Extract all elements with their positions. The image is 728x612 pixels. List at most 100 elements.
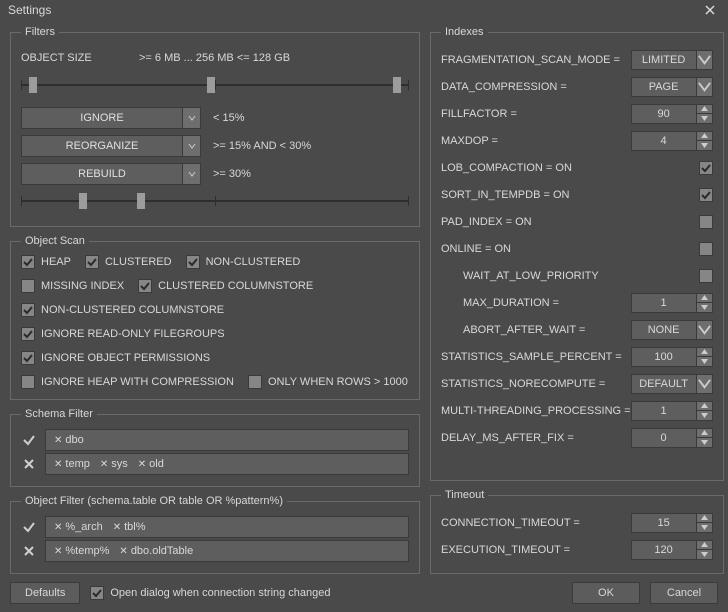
slider-thumb-mid[interactable] [207, 77, 215, 93]
spin-up-icon[interactable] [697, 347, 713, 357]
remove-tag-icon[interactable]: ✕ [119, 546, 127, 557]
fillfactor-input[interactable]: 90 [631, 104, 713, 124]
scan-ignore-heap-with-compression[interactable]: IGNORE HEAP WITH COMPRESSION [21, 375, 234, 389]
schema-include-input[interactable]: ✕dbo [45, 429, 409, 451]
cancel-button[interactable]: Cancel [650, 582, 718, 604]
delay-ms-input[interactable]: 0 [631, 428, 713, 448]
remove-tag-icon[interactable]: ✕ [54, 435, 62, 446]
ok-button[interactable]: OK [572, 582, 640, 604]
spin-down-icon[interactable] [697, 356, 713, 367]
slider-thumb-low[interactable] [79, 193, 87, 209]
spin-down-icon[interactable] [697, 522, 713, 533]
execution-timeout-input[interactable]: 120 [631, 540, 713, 560]
frag-mode-select[interactable]: LIMITED [631, 50, 713, 70]
stats-norecompute-select[interactable]: DEFAULT [631, 374, 713, 394]
spin-down-icon[interactable] [697, 140, 713, 151]
chevron-down-icon[interactable] [697, 374, 713, 394]
remove-tag-icon[interactable]: ✕ [100, 459, 108, 470]
chevron-down-icon[interactable] [697, 77, 713, 97]
remove-tag-icon[interactable]: ✕ [113, 522, 121, 533]
remove-tag-icon[interactable]: ✕ [54, 522, 62, 533]
max-duration-input[interactable]: 1 [631, 293, 713, 313]
scan-ignore-read-only-filegroups[interactable]: IGNORE READ-ONLY FILEGROUPS [21, 327, 225, 341]
threshold-action-2[interactable]: REBUILD [21, 163, 201, 185]
spin-up-icon[interactable] [697, 513, 713, 523]
threshold-action-1[interactable]: REORGANIZE [21, 135, 201, 157]
checkbox-icon[interactable] [90, 586, 104, 600]
object-size-slider[interactable] [21, 76, 409, 94]
checkbox-icon[interactable] [21, 351, 35, 365]
chevron-down-icon[interactable] [183, 163, 201, 185]
scan-missing-index[interactable]: MISSING INDEX [21, 279, 124, 293]
connection-timeout-input[interactable]: 15 [631, 513, 713, 533]
filter-tag[interactable]: ✕old [134, 458, 168, 470]
online-checkbox[interactable] [699, 242, 713, 256]
spin-up-icon[interactable] [697, 401, 713, 411]
remove-tag-icon[interactable]: ✕ [138, 459, 146, 470]
remove-tag-icon[interactable]: ✕ [54, 546, 62, 557]
abort-after-wait-select[interactable]: NONE [631, 320, 713, 340]
slider-thumb-max[interactable] [393, 77, 401, 93]
spin-down-icon[interactable] [697, 410, 713, 421]
spin-up-icon[interactable] [697, 428, 713, 438]
schema-exclude-input[interactable]: ✕temp✕sys✕old [45, 453, 409, 475]
open-dialog-checkbox[interactable]: Open dialog when connection string chang… [90, 586, 330, 600]
filter-tag[interactable]: ✕%_arch [50, 521, 107, 533]
object-exclude-input[interactable]: ✕%temp%✕dbo.oldTable [45, 540, 409, 562]
filter-tag[interactable]: ✕tbl% [109, 521, 150, 533]
scan-clustered[interactable]: CLUSTERED [85, 255, 172, 269]
slider-thumb-high[interactable] [137, 193, 145, 209]
slider-thumb-min[interactable] [29, 77, 37, 93]
pad-index-checkbox[interactable] [699, 215, 713, 229]
checkbox-icon[interactable] [85, 255, 99, 269]
threshold-slider[interactable] [21, 192, 409, 210]
data-compression-select[interactable]: PAGE [631, 77, 713, 97]
remove-tag-icon[interactable]: ✕ [54, 459, 62, 470]
scan-label: IGNORE OBJECT PERMISSIONS [41, 352, 210, 364]
spin-down-icon[interactable] [697, 302, 713, 313]
spin-up-icon[interactable] [697, 131, 713, 141]
chevron-down-icon[interactable] [183, 135, 201, 157]
spin-down-icon[interactable] [697, 437, 713, 448]
filters-group: Filters OBJECT SIZE >= 6 MB ... 256 MB <… [10, 26, 420, 227]
sort-in-tempdb-checkbox[interactable] [699, 188, 713, 202]
checkbox-icon[interactable] [186, 255, 200, 269]
checkbox-icon[interactable] [138, 279, 152, 293]
wait-low-checkbox[interactable] [699, 269, 713, 283]
chevron-down-icon[interactable] [697, 50, 713, 70]
scan-clustered-columnstore[interactable]: CLUSTERED COLUMNSTORE [138, 279, 313, 293]
spin-up-icon[interactable] [697, 104, 713, 114]
chevron-down-icon[interactable] [183, 107, 201, 129]
stats-sample-input[interactable]: 100 [631, 347, 713, 367]
close-button[interactable] [700, 0, 720, 20]
defaults-button[interactable]: Defaults [10, 582, 80, 604]
filter-tag[interactable]: ✕sys [96, 458, 132, 470]
scan-non-clustered[interactable]: NON-CLUSTERED [186, 255, 301, 269]
checkbox-icon[interactable] [21, 303, 35, 317]
filter-tag[interactable]: ✕%temp% [50, 545, 113, 557]
checkbox-icon[interactable] [21, 255, 35, 269]
object-include-input[interactable]: ✕%_arch✕tbl% [45, 516, 409, 538]
scan-heap[interactable]: HEAP [21, 255, 71, 269]
multithread-input[interactable]: 1 [631, 401, 713, 421]
checkbox-icon[interactable] [21, 279, 35, 293]
chevron-down-icon[interactable] [697, 320, 713, 340]
lob-compaction-checkbox[interactable] [699, 161, 713, 175]
checkbox-icon[interactable] [248, 375, 262, 389]
window-title: Settings [8, 3, 700, 17]
maxdop-input[interactable]: 4 [631, 131, 713, 151]
scan-only-when-rows-1000[interactable]: ONLY WHEN ROWS > 1000 [248, 375, 408, 389]
scan-non-clustered-columnstore[interactable]: NON-CLUSTERED COLUMNSTORE [21, 303, 224, 317]
checkbox-icon[interactable] [21, 375, 35, 389]
filter-tag[interactable]: ✕temp [50, 458, 94, 470]
filter-tag[interactable]: ✕dbo [50, 434, 88, 446]
checkbox-icon[interactable] [21, 327, 35, 341]
spin-down-icon[interactable] [697, 113, 713, 124]
threshold-action-0[interactable]: IGNORE [21, 107, 201, 129]
spin-down-icon[interactable] [697, 549, 713, 560]
filter-tag[interactable]: ✕dbo.oldTable [115, 545, 197, 557]
spin-up-icon[interactable] [697, 540, 713, 550]
spin-up-icon[interactable] [697, 293, 713, 303]
scan-ignore-object-permissions[interactable]: IGNORE OBJECT PERMISSIONS [21, 351, 210, 365]
object-filter-group: Object Filter (schema.table OR table OR … [10, 495, 420, 574]
